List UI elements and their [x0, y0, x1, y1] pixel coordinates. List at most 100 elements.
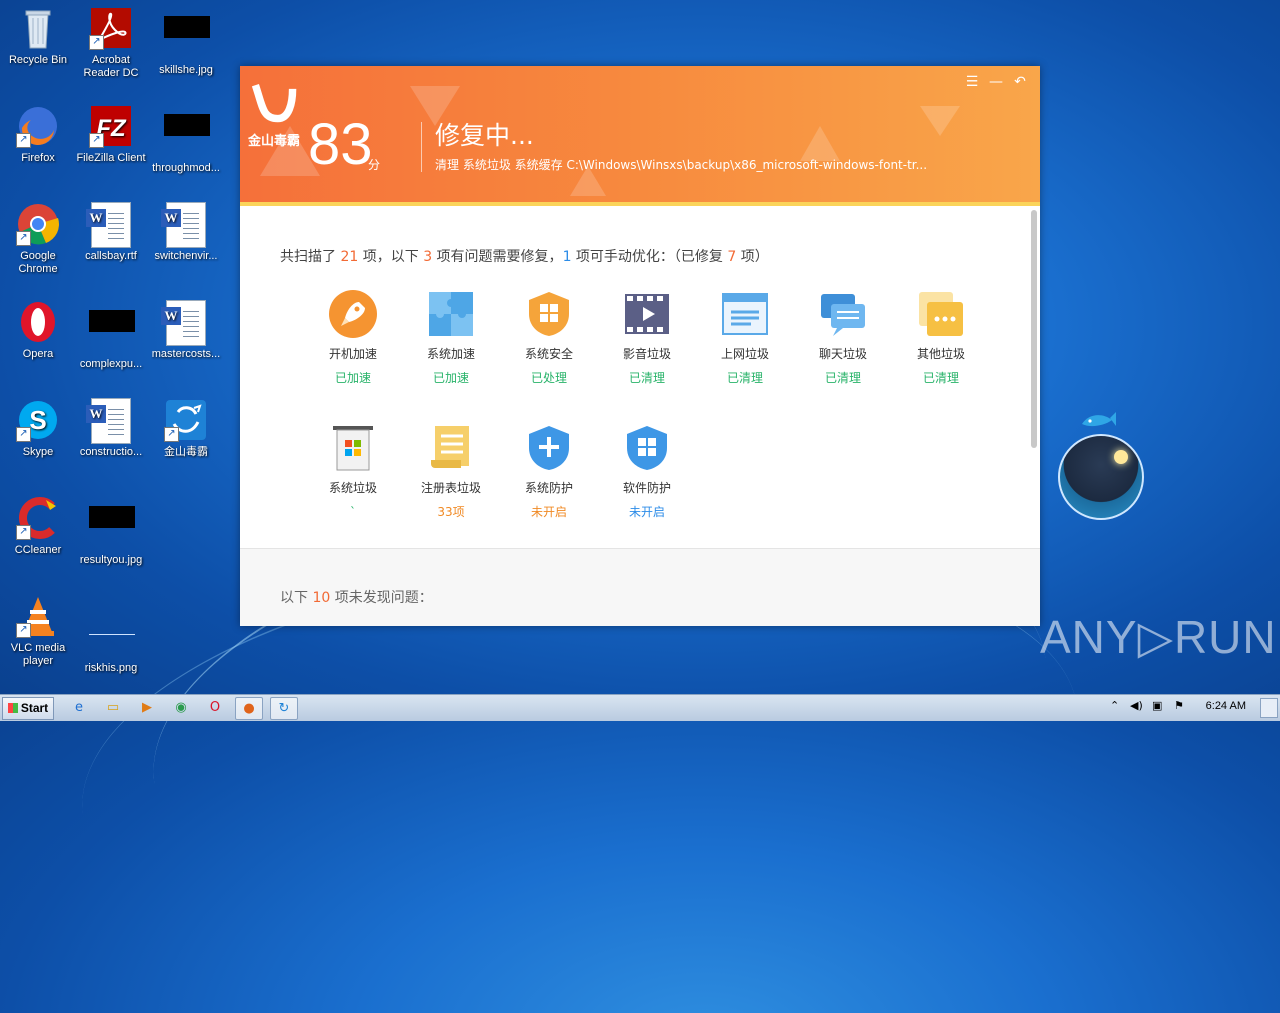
duba-app-window: 金山毒霸 ☰ — ↶ 83 分 修复中... 清理 系统垃圾 系统缓存 C:\Win… — [240, 66, 1040, 626]
window-controls: ☰ — ↶ — [960, 74, 1032, 90]
minimize-button[interactable]: — — [984, 74, 1008, 90]
desktop-icon-skillshe[interactable]: skillshe.jpg — [148, 6, 224, 77]
firefox-taskbar-icon[interactable]: ● — [235, 697, 263, 720]
windows-shield-icon — [525, 290, 573, 338]
moon-icon — [1114, 450, 1128, 464]
acrobat-icon: ↗ — [89, 6, 133, 50]
desktop-icon-mastercosts[interactable]: W mastercosts... — [148, 300, 224, 361]
shortcut-arrow-icon: ↗ — [16, 525, 31, 540]
word-doc-icon: W — [86, 398, 133, 444]
word-doc-icon: W — [86, 202, 133, 248]
tile-system-junk[interactable]: 系统垃圾 ` — [308, 424, 398, 520]
scroll-icon — [427, 424, 475, 472]
vlc-icon: ↗ — [16, 594, 60, 638]
desktop-icon-acrobat[interactable]: ↗ Acrobat Reader DC — [73, 6, 149, 80]
image-file-icon — [89, 310, 135, 354]
opera-icon — [16, 300, 60, 344]
plus-shield-icon — [525, 424, 573, 472]
status-title: 修复中... — [435, 121, 534, 150]
desktop-icon-filezilla[interactable]: FZ ↗ FileZilla Client — [73, 104, 149, 165]
chrome-taskbar-icon[interactable]: ◉ — [168, 697, 194, 718]
media-player-taskbar-icon[interactable]: ▶ — [134, 697, 160, 718]
recycle-bin-icon — [16, 6, 60, 50]
windows-flag-icon — [7, 703, 18, 713]
desktop-icon-skype[interactable]: S ↗ Skype — [0, 398, 76, 459]
folder-dots-icon — [917, 290, 965, 338]
tile-system-protection[interactable]: 系统防护 未开启 — [504, 424, 594, 520]
duba-logo-icon — [251, 83, 297, 123]
score-value: 83 — [308, 112, 373, 177]
browser-window-icon — [721, 290, 769, 338]
back-button[interactable]: ↶ — [1008, 74, 1032, 90]
tile-system-security[interactable]: 系统安全 已处理 — [504, 290, 594, 386]
no-issue-summary: 以下 10 项未发现问题： — [280, 590, 433, 606]
firefox-icon: ↗ — [16, 104, 60, 148]
desktop-icon-complexpu[interactable]: complexpu... — [73, 300, 149, 371]
desktop-icon-callsbay[interactable]: W callsbay.rtf — [73, 202, 149, 263]
duba-icon: ↗ — [164, 398, 208, 442]
image-file-icon — [164, 16, 210, 60]
no-issue-section: 以下 10 项未发现问题： — [240, 549, 1040, 626]
ie-taskbar-icon[interactable]: e — [66, 697, 92, 718]
tile-other-junk[interactable]: 其他垃圾 已清理 — [896, 290, 986, 386]
skype-icon: S ↗ — [16, 398, 60, 442]
scan-summary: 共扫描了 21 项，以下 3 项有问题需要修复，1 项可手动优化：（已修复 7 … — [280, 249, 769, 265]
tile-registry-junk[interactable]: 注册表垃圾 33项 — [406, 424, 496, 520]
duba-taskbar-icon[interactable]: ↻ — [270, 697, 298, 720]
chrome-icon: ↗ — [16, 202, 60, 246]
show-desktop-button[interactable] — [1260, 698, 1278, 718]
grid-shield-icon — [623, 424, 671, 472]
shortcut-arrow-icon: ↗ — [16, 133, 31, 148]
menu-button[interactable]: ☰ — [960, 74, 984, 90]
word-doc-icon: W — [161, 300, 208, 346]
tile-web-junk[interactable]: 上网垃圾 已清理 — [700, 290, 790, 386]
tray-expand-icon[interactable]: ⌃ — [1110, 699, 1119, 712]
desktop-icon-resultyou[interactable]: resultyou.jpg — [73, 496, 149, 567]
header-divider — [421, 122, 422, 172]
shortcut-arrow-icon: ↗ — [16, 231, 31, 246]
action-center-flag-icon[interactable]: ⚑ — [1174, 699, 1184, 712]
shortcut-arrow-icon: ↗ — [16, 623, 31, 638]
scrollbar[interactable] — [1031, 210, 1037, 448]
app-logo: 金山毒霸 — [248, 74, 300, 149]
shortcut-arrow-icon: ↗ — [89, 133, 104, 148]
score-unit: 分 — [368, 158, 381, 172]
chat-bubbles-icon — [819, 290, 867, 338]
tile-media-junk[interactable]: 影音垃圾 已清理 — [602, 290, 692, 386]
explorer-taskbar-icon[interactable]: ▭ — [100, 697, 126, 718]
app-header: 金山毒霸 ☰ — ↶ 83 分 修复中... 清理 系统垃圾 系统缓存 C:\Win… — [240, 66, 1040, 206]
status-path: 清理 系统垃圾 系统缓存 C:\Windows\Winsxs\backup\x8… — [435, 158, 928, 172]
volume-icon[interactable]: ◀) — [1130, 699, 1143, 712]
tile-software-protection[interactable]: 软件防护 未开启 — [602, 424, 692, 520]
desktop-icon-riskhis[interactable]: riskhis.png — [73, 594, 149, 675]
desktop-icon-recycle-bin[interactable]: Recycle Bin — [0, 6, 76, 67]
desktop-icon-chrome[interactable]: ↗ Google Chrome — [0, 202, 76, 276]
desktop-icon-duba[interactable]: ↗ 金山毒霸 — [148, 398, 224, 459]
windows-trash-icon — [329, 424, 377, 472]
desktop-icon-vlc[interactable]: ↗ VLC media player — [0, 594, 76, 668]
desktop-icon-ccleaner[interactable]: ↗ CCleaner — [0, 496, 76, 557]
fish-icon — [1082, 412, 1116, 427]
image-file-icon — [89, 614, 135, 658]
rocket-icon — [329, 290, 377, 338]
clock[interactable]: 6:24 AM — [1206, 700, 1246, 712]
network-icon[interactable]: ▣ — [1152, 699, 1162, 712]
svg-text:S: S — [29, 405, 46, 435]
tile-boot-speedup[interactable]: 开机加速 已加速 — [308, 290, 398, 386]
ccleaner-icon: ↗ — [16, 496, 60, 540]
start-button[interactable]: Start — [2, 697, 54, 720]
tile-chat-junk[interactable]: 聊天垃圾 已清理 — [798, 290, 888, 386]
anyrun-watermark: ANY▷RUN — [1040, 611, 1277, 663]
opera-taskbar-icon[interactable]: O — [202, 697, 228, 718]
desktop-icon-constructio[interactable]: W constructio... — [73, 398, 149, 459]
film-icon — [623, 290, 671, 338]
desktop-icon-opera[interactable]: Opera — [0, 300, 76, 361]
word-doc-icon: W — [161, 202, 208, 248]
moon-widget[interactable] — [1058, 434, 1144, 520]
filezilla-icon: FZ ↗ — [89, 104, 133, 148]
tile-system-speedup[interactable]: 系统加速 已加速 — [406, 290, 496, 386]
desktop-icon-throughmod[interactable]: throughmod... — [148, 104, 224, 175]
desktop-icon-firefox[interactable]: ↗ Firefox — [0, 104, 76, 165]
desktop-icon-switchenvir[interactable]: W switchenvir... — [148, 202, 224, 263]
app-title: 金山毒霸 — [248, 134, 301, 150]
